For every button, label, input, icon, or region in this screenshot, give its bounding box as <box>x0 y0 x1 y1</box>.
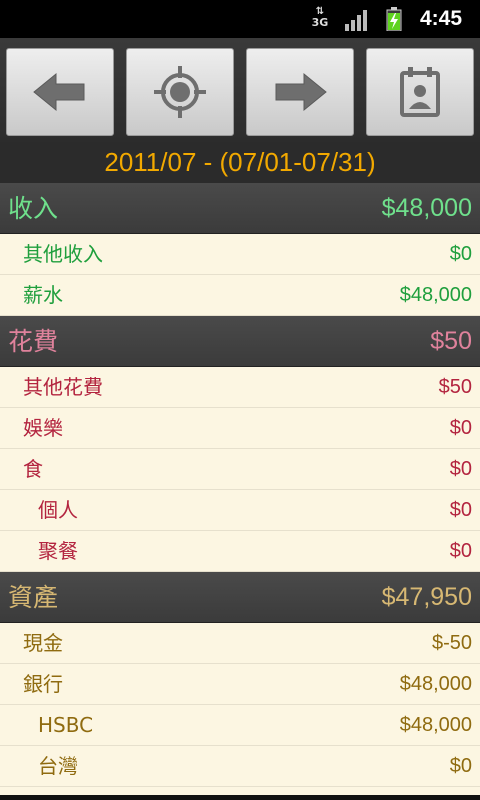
list-item[interactable]: 聚餐 $0 <box>0 531 480 572</box>
list-item[interactable]: 現金 $-50 <box>0 623 480 664</box>
item-name: 現金 <box>23 631 63 655</box>
item-amount: $48,000 <box>399 673 472 695</box>
section-name: 收入 <box>8 194 59 223</box>
next-button[interactable] <box>246 48 354 136</box>
list-item[interactable]: 食 $0 <box>0 449 480 490</box>
item-amount: $-50 <box>431 632 472 654</box>
list-item[interactable]: 其他收入 $0 <box>0 234 480 275</box>
calendar-contact-icon <box>400 67 440 117</box>
arrow-right-icon <box>275 72 327 112</box>
navigation-toolbar <box>0 38 480 142</box>
item-name: 台灣 <box>38 754 78 778</box>
item-amount: $48,000 <box>399 714 472 736</box>
item-amount: $0 <box>449 499 472 521</box>
list-item[interactable]: 其他花費 $50 <box>0 367 480 408</box>
section-name: 資產 <box>8 583 59 612</box>
item-name: HSBC <box>38 713 94 737</box>
section-header-expense[interactable]: 花費 $50 <box>0 316 480 367</box>
section-amount: $48,000 <box>381 194 472 222</box>
item-amount: $50 <box>438 376 472 398</box>
arrow-left-icon <box>33 72 85 112</box>
list-item[interactable]: HSBC $48,000 <box>0 705 480 746</box>
item-amount: $48,000 <box>399 284 472 306</box>
network-3g-icon: ⇅ 3G <box>311 6 329 29</box>
account-summary-list: 收入 $48,000 其他收入 $0 薪水 $48,000 花費 $50 其他花… <box>0 183 480 795</box>
item-amount: $0 <box>449 755 472 777</box>
section-name: 花費 <box>8 327 59 356</box>
section-header-asset[interactable]: 資產 $47,950 <box>0 572 480 623</box>
item-amount: $0 <box>449 540 472 562</box>
clock: 4:45 <box>420 7 463 30</box>
item-name: 其他收入 <box>23 242 103 266</box>
list-item[interactable]: 個人 $0 <box>0 490 480 531</box>
current-period-button[interactable] <box>126 48 234 136</box>
item-amount: $0 <box>449 243 472 265</box>
item-amount: $0 <box>449 458 472 480</box>
period-label[interactable]: 2011/07 - (07/01-07/31) <box>0 142 480 183</box>
list-item[interactable]: 銀行 $48,000 <box>0 664 480 705</box>
calendar-button[interactable] <box>366 48 474 136</box>
signal-bars-icon <box>345 10 367 31</box>
previous-button[interactable] <box>6 48 114 136</box>
battery-charging-icon <box>386 7 402 31</box>
list-item[interactable]: 娛樂 $0 <box>0 408 480 449</box>
status-bar: ⇅ 3G 4:45 <box>0 0 480 38</box>
item-name: 娛樂 <box>23 416 63 440</box>
list-item[interactable]: 薪水 $48,000 <box>0 275 480 316</box>
item-name: 其他花費 <box>23 375 103 399</box>
target-crosshair-icon <box>154 66 206 118</box>
item-name: 聚餐 <box>38 539 78 563</box>
item-name: 個人 <box>38 498 78 522</box>
item-amount: $0 <box>449 417 472 439</box>
item-name: 食 <box>23 457 43 481</box>
item-name: 銀行 <box>23 672 63 696</box>
item-name: 薪水 <box>23 283 63 307</box>
list-item[interactable]: 台灣 $0 <box>0 746 480 787</box>
bottom-edge <box>0 795 480 800</box>
section-header-income[interactable]: 收入 $48,000 <box>0 183 480 234</box>
section-amount: $50 <box>430 327 472 355</box>
section-amount: $47,950 <box>381 583 472 611</box>
